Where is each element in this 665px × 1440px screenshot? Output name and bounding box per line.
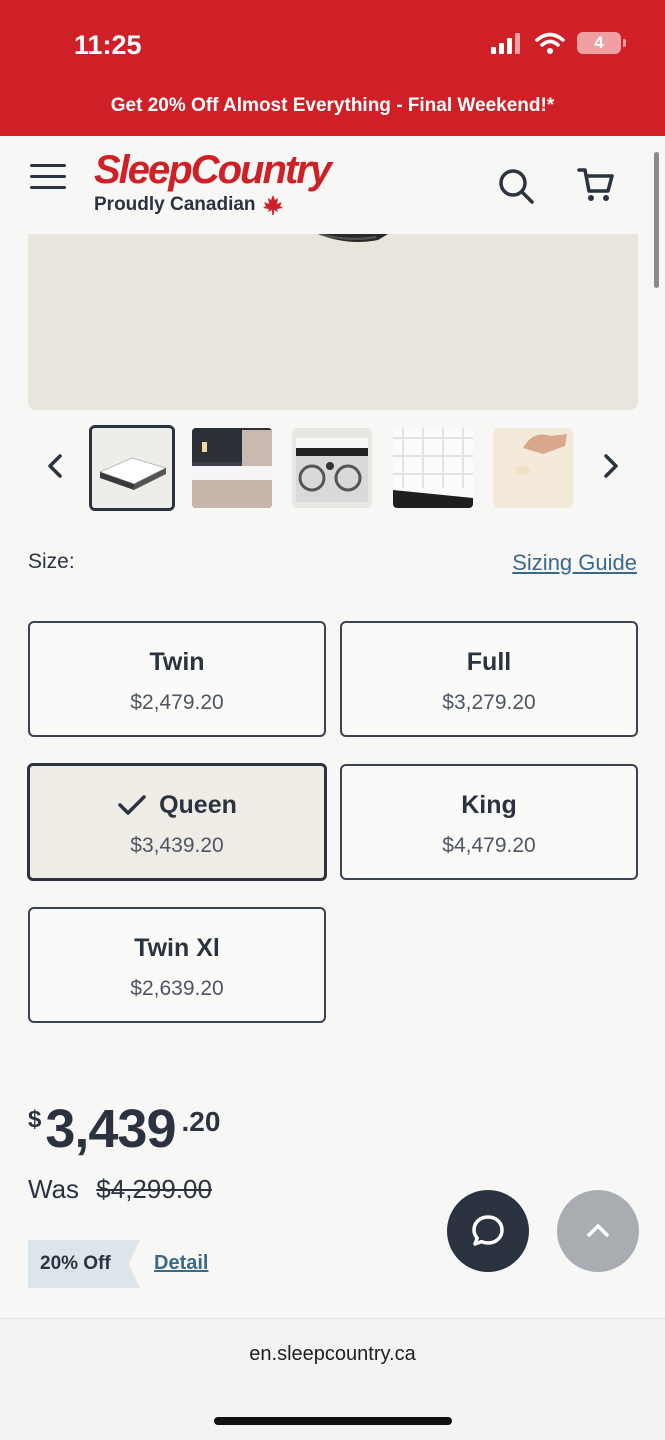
wifi-icon	[535, 32, 565, 54]
checkmark-icon	[118, 795, 146, 815]
price-currency: $	[28, 1106, 42, 1133]
logo-tagline-text: Proudly Canadian	[94, 194, 256, 215]
carousel-prev-icon[interactable]	[36, 446, 76, 486]
maple-leaf-icon	[262, 195, 283, 215]
side-pattern-thumbnail-image	[292, 428, 372, 508]
mattress-edge-graphic	[318, 234, 388, 242]
quilted-thumbnail-image	[393, 428, 473, 508]
thumbnail-hand-foam[interactable]	[493, 428, 573, 508]
size-option-king[interactable]: King $4,479.20	[340, 764, 638, 880]
hamburger-menu-icon[interactable]	[30, 164, 66, 194]
home-indicator[interactable]	[214, 1417, 452, 1425]
discount-detail-link[interactable]: Detail	[154, 1252, 208, 1275]
size-option-full[interactable]: Full $3,279.20	[340, 621, 638, 737]
size-price: $2,639.20	[130, 977, 224, 1000]
discount-badge: 20% Off	[28, 1240, 140, 1288]
price-cents: .20	[181, 1106, 221, 1137]
chat-bubble-icon	[472, 1215, 504, 1246]
thumbnail-quilted[interactable]	[393, 428, 473, 508]
carousel-next-icon[interactable]	[590, 446, 630, 486]
chevron-up-icon	[587, 1224, 609, 1237]
image-carousel	[0, 420, 665, 516]
product-main-image[interactable]	[28, 234, 638, 410]
promo-banner[interactable]: Get 20% Off Almost Everything - Final We…	[0, 84, 665, 136]
size-name: Queen	[159, 790, 237, 819]
sizing-guide-link[interactable]: Sizing Guide	[512, 550, 637, 576]
thumbnail-mattress-top[interactable]	[89, 425, 175, 511]
size-option-twin[interactable]: Twin $2,479.20	[28, 621, 326, 737]
hand-foam-thumbnail-image	[493, 428, 573, 508]
was-price: $4,299.00	[96, 1174, 212, 1204]
status-bar: 11:25 4	[0, 0, 665, 84]
chat-button[interactable]	[447, 1190, 529, 1272]
size-option-twin-xl[interactable]: Twin Xl $2,639.20	[28, 907, 326, 1023]
was-label: Was	[28, 1174, 80, 1204]
signal-icon	[491, 33, 520, 54]
size-price: $4,479.20	[442, 834, 536, 857]
was-price-row: Was $4,299.00	[28, 1174, 212, 1205]
address-bar-url[interactable]: en.sleepcountry.ca	[0, 1343, 665, 1366]
size-price: $3,439.20	[130, 834, 224, 857]
bedroom-thumbnail-image	[192, 428, 272, 508]
status-icons: 4	[491, 32, 626, 54]
browser-bar: en.sleepcountry.ca	[0, 1318, 665, 1440]
page-scrollbar[interactable]	[654, 152, 659, 288]
price-dollars: 3,439	[45, 1099, 176, 1159]
size-price: $3,279.20	[442, 691, 536, 714]
current-price: $ 3,439 .20	[28, 1098, 220, 1160]
size-option-queen[interactable]: Queen $3,439.20	[27, 763, 327, 881]
battery-level: 4	[594, 33, 604, 52]
search-icon[interactable]	[496, 166, 536, 206]
thumbnail-side-pattern[interactable]	[292, 428, 372, 508]
size-price: $2,479.20	[130, 691, 224, 714]
logo[interactable]: SleepCountry Proudly Canadian	[94, 148, 332, 216]
scroll-to-top-button[interactable]	[557, 1190, 639, 1272]
battery-icon: 4	[577, 32, 626, 54]
size-label: Size:	[28, 550, 75, 573]
mattress-thumbnail-image	[92, 428, 172, 508]
size-name: King	[461, 790, 517, 819]
logo-wordmark: SleepCountry	[94, 148, 332, 192]
site-header: SleepCountry Proudly Canadian	[0, 136, 665, 234]
size-name: Twin	[149, 647, 205, 676]
logo-tagline: Proudly Canadian	[94, 194, 330, 216]
status-time: 11:25	[74, 30, 142, 60]
thumbnail-bedroom[interactable]	[192, 428, 272, 508]
size-name: Full	[466, 647, 512, 676]
size-name: Twin Xl	[134, 933, 220, 962]
cart-icon[interactable]	[576, 164, 616, 204]
